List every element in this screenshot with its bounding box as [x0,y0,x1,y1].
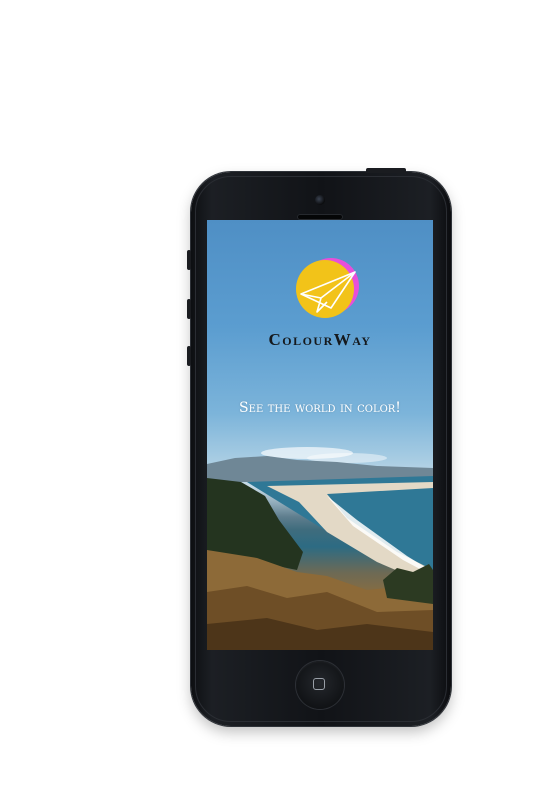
front-camera-icon [315,195,325,205]
phone-frame: ColourWay See the world in color! [187,168,451,726]
volume-down-button [187,346,191,366]
mute-switch [187,250,191,270]
home-button-icon [313,678,325,690]
volume-up-button [187,299,191,319]
app-tagline: See the world in color! [239,400,401,416]
paper-plane-logo-icon [296,258,359,318]
power-button [366,168,406,173]
home-button[interactable] [296,661,344,709]
app-name: ColourWay [268,330,372,349]
splash-screen: ColourWay See the world in color! [207,220,433,650]
